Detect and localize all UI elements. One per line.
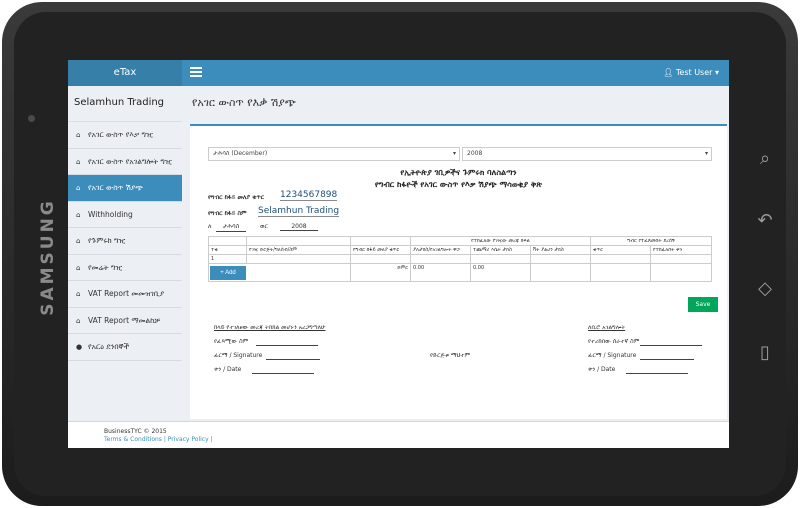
- buyer-name-cell[interactable]: [246, 254, 351, 264]
- sidebar-item-vat-register[interactable]: ⌂ VAT Report መመዝገቢያ: [68, 281, 182, 308]
- receiver-signature-label: ፊርማ / Signature: [588, 352, 637, 359]
- sidebar-item-customs-purchase[interactable]: ⌂ የጉምሩክ ግዢ: [68, 228, 182, 255]
- page-title: የአገር ውስጥ የእቃ ሽያጭ: [192, 96, 296, 109]
- home-icon: ⌂: [76, 263, 81, 272]
- year-select[interactable]: 2008 ▾: [462, 147, 712, 161]
- sidebar-item-local-goods-purchase[interactable]: ⌂ የአገር ውስጥ የእቃ ግዢ: [68, 122, 182, 149]
- camera-icon: [28, 115, 35, 122]
- sidebar-item-local-sales[interactable]: ⌂ የአገር ውስጥ ሽያጭ: [68, 175, 182, 202]
- top-navbar: 👤︎ Test User ▾: [182, 60, 729, 86]
- home-icon: ⌂: [76, 210, 81, 219]
- user-icon: 👤︎: [663, 68, 674, 77]
- non-vat-cell[interactable]: [529, 254, 592, 264]
- sales-table: የተከፈለው የገዢው መረጃ ክፍል ግብር የተፈጸመበት ደረሰኝ ተቁ …: [208, 236, 713, 282]
- sales-form-panel: ታሕሳስ (December) ▾ 2008 ▾ የኢትዮጵያ ገቢዎችና ጉምሩክ…: [190, 124, 727, 419]
- name-label: የግብር ከፋይ ስም: [208, 210, 247, 217]
- screen: eTax 👤︎ Test User ▾ Selamhun Trading ⌂ የአ…: [68, 60, 729, 448]
- home-hw-icon[interactable]: ⌕: [752, 148, 778, 169]
- footer: BusinessTYC © 2015 Terms & Conditions | …: [68, 421, 729, 448]
- preparer-date-label: ቀን / Date: [214, 366, 242, 373]
- declaration-text: ከላይ የተገለፀው መረጃ ትክክል መሆኑን አረጋግጣለሁ: [214, 324, 326, 331]
- caret-down-icon: ▾: [452, 150, 456, 157]
- menu-hw-icon[interactable]: ▯: [752, 342, 778, 363]
- table-row[interactable]: 1: [208, 254, 713, 264]
- table-header-row: ተቁ የገዢ ድርጅት/ግለሰብ/ስም የግብር ከፋይ መለያ ቁጥር ያለታ…: [208, 245, 713, 255]
- footer-links[interactable]: Terms & Conditions | Privacy Policy |: [104, 436, 213, 443]
- receiver-signature-line: [640, 359, 694, 360]
- period-month: ታሕሳስ: [216, 223, 246, 232]
- org-name: Selamhun Trading: [68, 86, 182, 122]
- receipt-group-header: ግብር የተፈጸመበት ደረሰኝ: [590, 236, 713, 246]
- month-select[interactable]: ታሕሳስ (December) ▾: [208, 147, 460, 161]
- table-total-row: + Add ድምር 0.00 0.00: [208, 263, 713, 282]
- sidebar-item-customers[interactable]: ● የአርዕ ደንበኞች: [68, 334, 182, 361]
- form-title-authority: የኢትዮጵያ ገቢዎችና ጉምሩክ ባለስልጣን: [400, 168, 517, 177]
- receipt-date-cell[interactable]: [650, 254, 713, 264]
- name-value: Selamhun Trading: [258, 206, 340, 217]
- total-label: ድምር: [350, 263, 411, 282]
- home-icon: ⌂: [76, 290, 81, 298]
- stamp-label: የድርጅቱ ማህተም: [430, 352, 471, 359]
- total-amount: 0.00: [410, 263, 471, 282]
- table-group-header-row: የተከፈለው የገዢው መረጃ ክፍል ግብር የተፈጸመበት ደረሰኝ: [208, 236, 713, 246]
- vat-cell[interactable]: [470, 254, 531, 264]
- main-content: የአገር ውስጥ የእቃ ሽያጭ ታሕሳስ (December) ▾ 2008 ▾ …: [182, 86, 729, 421]
- home-icon: ⌂: [76, 184, 81, 192]
- tin-value: 1234567898: [280, 190, 338, 201]
- home-icon: ⌂: [76, 131, 81, 139]
- sidebar-item-vat-submit[interactable]: ⌂ VAT Report ማመልከቻ: [68, 308, 182, 334]
- col-header: ተቁ: [208, 245, 247, 255]
- col-header: ቁጥር: [590, 245, 652, 255]
- col-header: ተጨማሪ እሴት ታክስ: [470, 245, 531, 255]
- total-vat: 0.00: [470, 263, 531, 282]
- menu-toggle-icon[interactable]: [190, 67, 202, 77]
- office-use-header: ለቢሮ አገልግሎት: [588, 324, 626, 331]
- preparer-name-line: [256, 345, 318, 346]
- user-menu[interactable]: 👤︎ Test User ▾: [663, 60, 719, 86]
- sidebar: Selamhun Trading ⌂ የአገር ውስጥ የእቃ ግዢ ⌂ የአገር …: [68, 86, 182, 421]
- home-icon: ⌂: [76, 157, 81, 166]
- preparer-signature-label: ፊርማ / Signature: [214, 352, 263, 359]
- recent-hw-icon[interactable]: ◇: [752, 278, 778, 299]
- period-label-month: ለ: [208, 223, 212, 230]
- preparer-signature-line: [266, 359, 320, 360]
- brand-logo: SAMSUNG: [38, 198, 58, 316]
- user-name: Test User: [675, 68, 713, 77]
- add-row-button[interactable]: + Add: [210, 265, 246, 280]
- col-header: ያለታክስ/የአገልግሎት ዋጋ: [410, 245, 471, 255]
- receipt-number-cell[interactable]: [590, 254, 652, 264]
- preparer-date-line: [252, 373, 314, 374]
- row-number: 1: [208, 254, 247, 264]
- receiver-name-label: የተረከበው ሰራተኛ ስም: [588, 338, 640, 345]
- amount-cell[interactable]: [410, 254, 471, 264]
- form-title-name: የግብር ከፋዮች የአገር ውስጥ የእቃ ሽያጭ ማሳወቂያ ቅጽ: [374, 180, 543, 189]
- copyright: BusinessTYC © 2015: [104, 428, 167, 435]
- buyer-tin-cell[interactable]: [350, 254, 411, 264]
- save-button[interactable]: Save: [688, 297, 718, 312]
- sidebar-item-withholding[interactable]: ⌂ Withholding: [68, 202, 182, 228]
- sidebar-item-land-purchase[interactable]: ⌂ የመሬት ግዢ: [68, 255, 182, 281]
- col-header: የግብር ከፋይ መለያ ቁጥር: [350, 245, 411, 255]
- sidebar-item-local-service-purchase[interactable]: ⌂ የአገር ውስጥ የአገልግሎት ግዢ: [68, 149, 182, 175]
- tin-label: የግብር ከፋይ መለያ ቁጥር: [208, 194, 265, 201]
- col-header: የተከፈለበት ቀን: [650, 245, 713, 255]
- period-label-year: ወር: [260, 223, 268, 230]
- col-header: ቫት ያልሆነ ታክስ: [529, 245, 592, 255]
- caret-down-icon: ▾: [714, 68, 719, 77]
- buyer-info-group-header: የተከፈለው የገዢው መረጃ ክፍል: [409, 236, 592, 246]
- caret-down-icon: ▾: [704, 150, 708, 157]
- col-header: የገዢ ድርጅት/ግለሰብ/ስም: [246, 245, 351, 255]
- home-icon: ⌂: [76, 316, 81, 325]
- preparer-name-label: የፈጻሚው ስም: [214, 338, 249, 345]
- period-year: 2008: [280, 223, 318, 231]
- receiver-date-line: [626, 373, 688, 374]
- receiver-date-label: ቀን / Date: [588, 366, 616, 373]
- receiver-name-line: [640, 345, 702, 346]
- user-icon: ●: [76, 343, 83, 351]
- back-hw-icon[interactable]: ↶: [752, 210, 778, 231]
- app-logo[interactable]: eTax: [68, 60, 182, 86]
- home-icon: ⌂: [76, 237, 81, 245]
